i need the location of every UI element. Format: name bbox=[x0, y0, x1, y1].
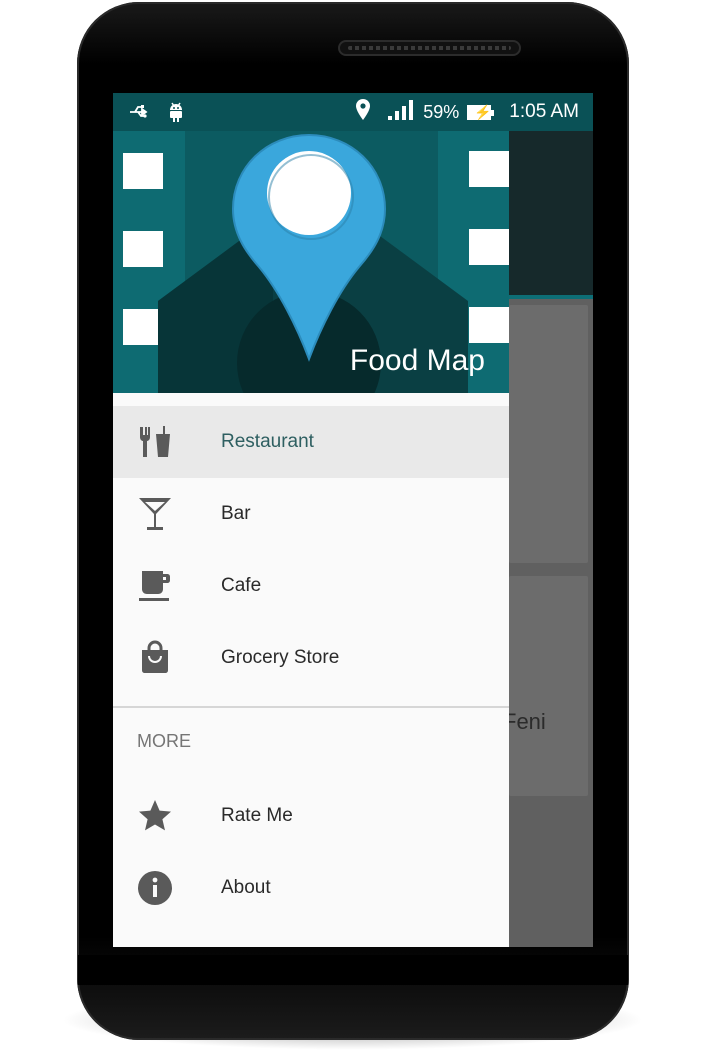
battery-percent: 59% bbox=[423, 101, 460, 122]
drawer-item-grocery-store[interactable]: Grocery Store bbox=[113, 622, 509, 694]
app-title: Food Map bbox=[349, 344, 485, 377]
drawer-item-label: Bar bbox=[221, 503, 251, 524]
shopping-bag-icon bbox=[137, 640, 173, 676]
drawer-item-label: Restaurant bbox=[221, 431, 314, 452]
cocktail-icon bbox=[137, 496, 173, 532]
info-icon bbox=[137, 870, 173, 906]
drawer-divider bbox=[113, 706, 509, 708]
battery-charging-icon: ⚡ bbox=[467, 104, 495, 120]
drawer-item-label: Cafe bbox=[221, 575, 262, 596]
section-header-more: MORE bbox=[137, 731, 191, 751]
clock: 1:05 AM bbox=[509, 101, 579, 122]
usb-icon bbox=[129, 104, 151, 125]
drawer-item-bar[interactable]: Bar bbox=[113, 478, 509, 550]
background-card[interactable] bbox=[509, 305, 588, 563]
phone-bottom-bezel bbox=[78, 955, 628, 985]
background-app-bar bbox=[509, 131, 593, 297]
coffee-cup-icon bbox=[137, 568, 173, 604]
drawer-item-about[interactable]: About bbox=[113, 852, 509, 924]
drawer-item-label: Grocery Store bbox=[221, 647, 340, 668]
drawer-item-label: About bbox=[221, 877, 271, 898]
navigation-drawer: Food Map Restaurant Bar Cafe Grocery Sto bbox=[113, 131, 509, 947]
drawer-item-cafe[interactable]: Cafe bbox=[113, 550, 509, 622]
earpiece-speaker bbox=[338, 40, 521, 56]
background-card-text: Feni bbox=[503, 709, 546, 734]
star-icon bbox=[137, 798, 173, 834]
signal-icon bbox=[387, 99, 415, 126]
restaurant-icon bbox=[137, 424, 173, 460]
background-card[interactable] bbox=[509, 576, 588, 796]
drawer-item-label: Rate Me bbox=[221, 805, 293, 826]
drawer-header: Food Map bbox=[113, 131, 509, 393]
location-icon bbox=[355, 98, 371, 126]
android-debug-icon bbox=[167, 101, 185, 128]
screen: Feni 59% ⚡ 1:05 AM Food Map Restaurant B… bbox=[113, 93, 593, 947]
drawer-item-restaurant[interactable]: Restaurant bbox=[113, 406, 509, 478]
drawer-item-rate-me[interactable]: Rate Me bbox=[113, 780, 509, 852]
background-tab-indicator bbox=[509, 295, 593, 299]
status-bar: 59% ⚡ 1:05 AM bbox=[113, 93, 593, 131]
